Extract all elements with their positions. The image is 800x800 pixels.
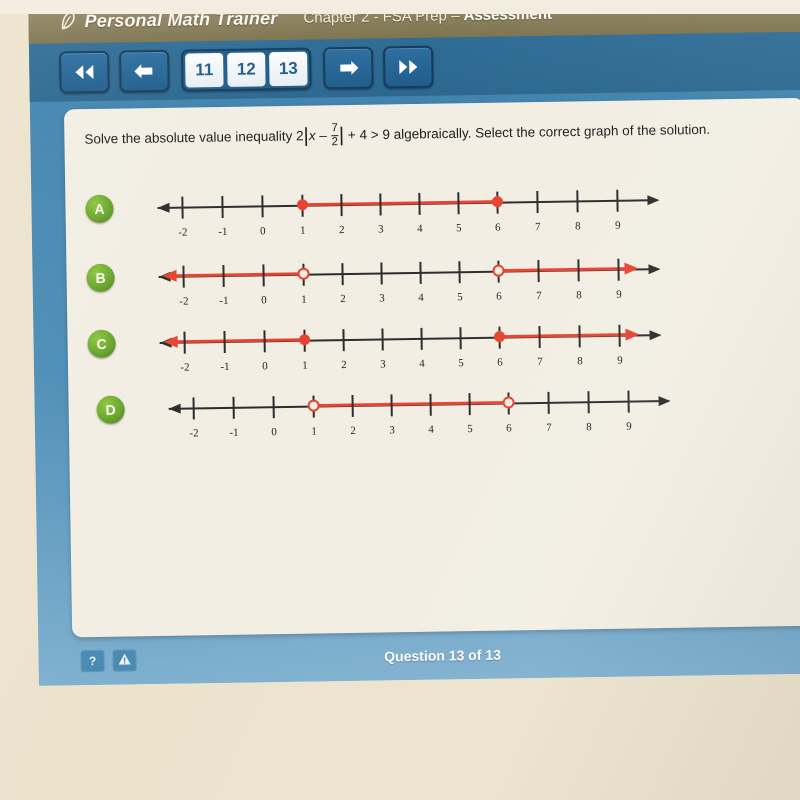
svg-text:7: 7 — [535, 221, 541, 233]
absolute-bar-close: | — [338, 124, 345, 147]
svg-text:6: 6 — [495, 222, 501, 234]
svg-text:0: 0 — [271, 426, 277, 438]
forward-arrow-icon — [336, 59, 360, 77]
number-line-a: -2 -1 0 1 2 3 4 5 6 7 8 9 — [137, 172, 683, 251]
option-badge-a[interactable]: A — [85, 194, 114, 224]
svg-text:0: 0 — [261, 294, 267, 306]
fraction-denominator: 2 — [331, 134, 339, 148]
fast-forward-icon — [396, 58, 420, 76]
svg-text:3: 3 — [378, 223, 384, 235]
question-text-after: + 4 > 9 algebraically. Select the correc… — [343, 121, 711, 143]
question-minus: – — [315, 127, 331, 144]
svg-text:6: 6 — [506, 422, 512, 434]
svg-text:4: 4 — [428, 424, 434, 436]
fraction-seven-halves: 72 — [331, 122, 339, 148]
svg-text:4: 4 — [418, 292, 424, 304]
answer-option-c[interactable]: C -2 -1 0 1 2 3 4 5 6 7 8 9 — [87, 316, 662, 386]
svg-text:7: 7 — [537, 356, 543, 368]
previous-page-button[interactable] — [119, 49, 170, 93]
svg-text:0: 0 — [260, 225, 266, 237]
svg-text:9: 9 — [615, 220, 621, 232]
warning-icon — [117, 652, 131, 668]
svg-text:3: 3 — [379, 292, 385, 304]
svg-text:8: 8 — [577, 355, 583, 367]
back-arrow-icon — [132, 62, 156, 80]
absolute-bar-open: | — [303, 124, 309, 147]
svg-text:0: 0 — [262, 360, 268, 372]
svg-text:8: 8 — [586, 421, 592, 433]
svg-text:7: 7 — [546, 422, 552, 434]
svg-text:-2: -2 — [189, 427, 198, 439]
next-page-button[interactable] — [323, 46, 374, 90]
number-line-d: -2 -1 0 1 2 3 4 5 6 7 8 9 — [148, 373, 694, 452]
page-button-11[interactable]: 11 — [185, 52, 224, 88]
svg-text:-1: -1 — [229, 427, 238, 439]
svg-text:5: 5 — [457, 291, 463, 303]
photographed-screen: Personal Math Trainer Chapter 2 - FSA Pr… — [0, 0, 800, 800]
last-page-button[interactable] — [382, 45, 434, 89]
svg-text:-2: -2 — [179, 296, 188, 308]
svg-text:-1: -1 — [219, 295, 228, 307]
svg-text:6: 6 — [496, 291, 502, 303]
svg-text:9: 9 — [626, 421, 632, 433]
svg-text:2: 2 — [350, 425, 356, 437]
answer-option-b[interactable]: B -2 -1 0 1 2 3 4 5 6 7 8 9 — [86, 250, 661, 320]
svg-text:-2: -2 — [180, 362, 189, 374]
svg-text:8: 8 — [575, 220, 581, 232]
svg-text:4: 4 — [417, 223, 423, 235]
desk-surface-left — [0, 0, 24, 800]
svg-text:2: 2 — [339, 224, 345, 236]
option-badge-d[interactable]: D — [96, 395, 125, 424]
svg-text:2: 2 — [340, 293, 346, 305]
desk-surface-top — [0, 0, 800, 14]
answer-option-a[interactable]: A -2 -1 0 1 2 3 4 5 6 7 8 9 — [85, 181, 660, 251]
svg-text:-2: -2 — [178, 227, 187, 239]
svg-text:4: 4 — [419, 358, 425, 370]
desk-surface-bottom — [38, 672, 800, 800]
question-text-before: Solve the absolute value inequality 2 — [84, 128, 304, 147]
svg-text:1: 1 — [311, 426, 317, 438]
answer-option-d[interactable]: D -2 -1 0 1 2 3 4 5 6 7 8 9 — [96, 382, 671, 452]
svg-text:-1: -1 — [220, 361, 229, 373]
svg-text:9: 9 — [616, 289, 622, 301]
svg-text:5: 5 — [467, 423, 473, 435]
question-counter: Question 13 of 13 — [384, 646, 502, 665]
option-badge-c[interactable]: C — [87, 329, 116, 359]
svg-text:2: 2 — [341, 359, 347, 371]
svg-text:9: 9 — [617, 355, 623, 367]
page-button-13[interactable]: 13 — [269, 51, 308, 87]
fraction-numerator: 7 — [331, 122, 338, 135]
svg-text:-1: -1 — [218, 226, 227, 238]
question-text: Solve the absolute value inequality 2|x … — [84, 116, 784, 153]
option-badge-b[interactable]: B — [86, 263, 115, 293]
navigation-toolbar: 11 12 13 — [28, 31, 800, 102]
svg-text:8: 8 — [576, 289, 582, 301]
svg-text:3: 3 — [380, 358, 386, 370]
svg-text:3: 3 — [389, 424, 395, 436]
question-panel: Solve the absolute value inequality 2|x … — [63, 97, 800, 638]
page-number-group: 11 12 13 — [181, 47, 312, 92]
page-button-12[interactable]: 12 — [227, 52, 266, 87]
help-button[interactable]: ? — [80, 649, 105, 673]
svg-text:1: 1 — [300, 225, 306, 237]
svg-text:6: 6 — [497, 357, 503, 369]
svg-text:1: 1 — [301, 294, 307, 306]
first-page-button[interactable] — [59, 50, 110, 94]
svg-text:5: 5 — [456, 222, 462, 234]
app-screen: Personal Math Trainer Chapter 2 - FSA Pr… — [28, 0, 800, 800]
alert-button[interactable] — [112, 649, 137, 672]
svg-text:1: 1 — [302, 360, 308, 372]
svg-text:7: 7 — [536, 290, 542, 302]
svg-text:5: 5 — [458, 357, 464, 369]
rewind-icon — [72, 63, 96, 81]
